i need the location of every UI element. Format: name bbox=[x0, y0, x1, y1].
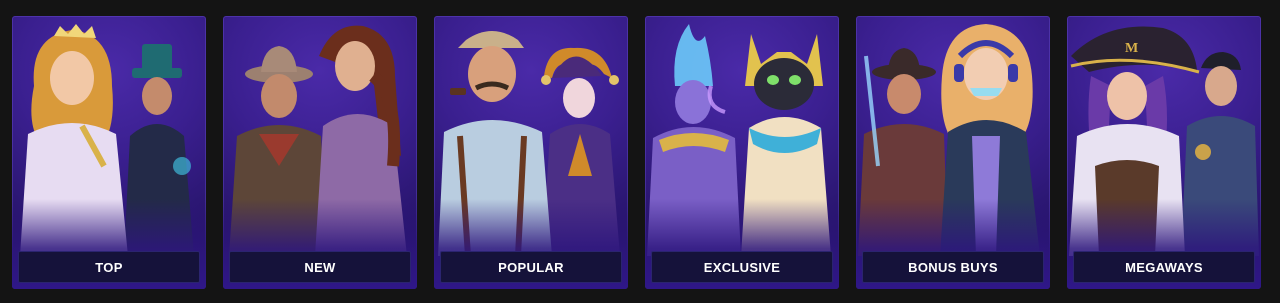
category-card-bonus-buys[interactable]: BONUS BUYS bbox=[856, 16, 1050, 289]
svg-text:M: M bbox=[1125, 41, 1138, 56]
category-label: BONUS BUYS bbox=[908, 259, 998, 275]
category-label: TOP bbox=[95, 259, 123, 275]
category-label-bar: POPULAR bbox=[440, 251, 622, 283]
game-category-strip: TOP NEW POPULAR EXCLUSIVE BONUS BUYS M M… bbox=[0, 0, 1280, 303]
category-card-exclusive[interactable]: EXCLUSIVE bbox=[645, 16, 839, 289]
category-label-bar: MEGAWAYS bbox=[1073, 251, 1255, 283]
category-label-bar: TOP bbox=[18, 251, 200, 283]
category-label-bar: NEW bbox=[229, 251, 411, 283]
category-card-new[interactable]: NEW bbox=[223, 16, 417, 289]
category-label: NEW bbox=[304, 259, 336, 275]
category-label: POPULAR bbox=[498, 259, 564, 275]
category-card-top[interactable]: TOP bbox=[12, 16, 206, 289]
category-card-popular[interactable]: POPULAR bbox=[434, 16, 628, 289]
category-card-megaways[interactable]: M MEGAWAYS bbox=[1067, 16, 1261, 289]
category-label-bar: EXCLUSIVE bbox=[651, 251, 833, 283]
category-label-bar: BONUS BUYS bbox=[862, 251, 1044, 283]
category-label: EXCLUSIVE bbox=[703, 259, 781, 275]
category-label: MEGAWAYS bbox=[1125, 259, 1203, 275]
